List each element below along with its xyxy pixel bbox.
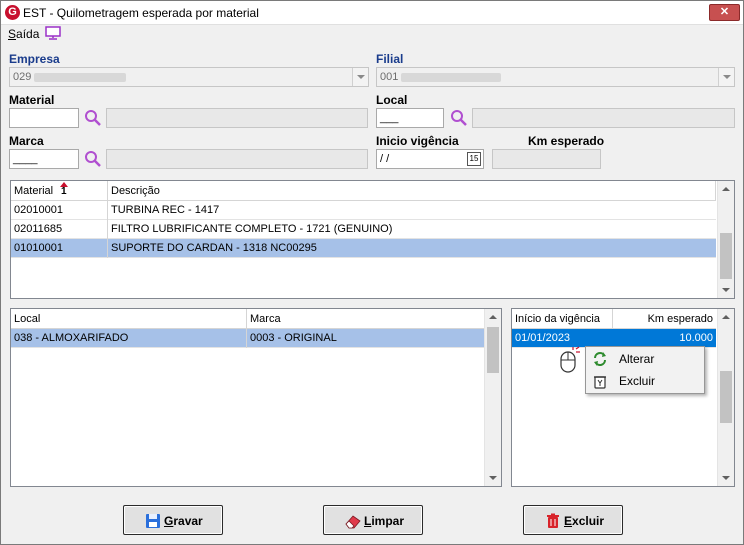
km-esperado-input[interactable] xyxy=(492,149,601,169)
scroll-thumb[interactable] xyxy=(487,327,499,373)
menu-bar: Saída xyxy=(1,25,743,43)
app-logo-icon: G xyxy=(5,5,20,20)
km-esperado-label: Km esperado xyxy=(528,134,605,148)
inicio-vigencia-date-input[interactable]: / / 15 xyxy=(376,149,484,169)
scroll-down-icon[interactable] xyxy=(718,469,734,486)
monitor-icon[interactable] xyxy=(45,26,61,40)
inicio-vigencia-label: Inicio vigência xyxy=(376,134,459,148)
context-menu-label: Alterar xyxy=(619,352,655,366)
chevron-down-icon[interactable] xyxy=(352,68,368,86)
cell-marca: 0003 - ORIGINAL xyxy=(250,332,337,344)
empresa-combo[interactable]: 029 xyxy=(9,67,369,87)
context-menu: Alterar Excluir xyxy=(585,346,705,394)
cell-material: 02010001 xyxy=(11,201,108,220)
scroll-thumb[interactable] xyxy=(720,233,732,279)
limpar-button-label: Limpar xyxy=(364,514,405,528)
table-row-selected[interactable]: 01010001 SUPORTE DO CARDAN - 1318 NC0029… xyxy=(11,239,716,258)
chevron-down-icon[interactable] xyxy=(718,68,734,86)
trash-icon xyxy=(547,513,559,528)
material-description-field xyxy=(106,108,368,128)
local-search-icon[interactable] xyxy=(450,109,468,127)
redacted-text xyxy=(401,72,502,82)
marca-description-field xyxy=(106,149,368,169)
table-row[interactable]: 02010001 TURBINA REC - 1417 xyxy=(11,201,716,220)
scroll-up-icon[interactable] xyxy=(718,309,734,326)
local-marca-grid: Local Marca 038 - ALMOXARIFADO 0003 - OR… xyxy=(10,308,502,487)
marca-search-icon[interactable] xyxy=(84,150,102,168)
close-button[interactable]: ✕ xyxy=(709,4,740,21)
local-label: Local xyxy=(376,93,408,107)
column-header-material[interactable]: Material 1 xyxy=(11,181,108,201)
local-description-field xyxy=(472,108,735,128)
vigencia-grid-scrollbar[interactable] xyxy=(717,309,734,486)
marca-label: Marca xyxy=(9,134,44,148)
table-row-selected[interactable]: 038 - ALMOXARIFADO 0003 - ORIGINAL xyxy=(11,329,484,348)
material-search-icon[interactable] xyxy=(84,109,102,127)
cell-material: 02011685 xyxy=(11,220,108,239)
materials-grid-scrollbar[interactable] xyxy=(717,181,734,298)
filial-label: Filial xyxy=(376,52,404,66)
vigencia-grid-header: Início da vigência Km esperado xyxy=(512,309,716,329)
scroll-thumb[interactable] xyxy=(720,371,732,423)
redacted-text xyxy=(34,72,127,82)
cell-descricao: TURBINA REC - 1417 xyxy=(111,204,220,216)
menu-saida[interactable]: Saída xyxy=(8,27,39,41)
gravar-button-label: Gravar xyxy=(164,514,203,528)
column-header-descricao[interactable]: Descrição xyxy=(108,181,716,201)
column-header-inicio-vigencia[interactable]: Início da vigência xyxy=(512,309,613,329)
cell-material: 01010001 xyxy=(11,239,108,258)
limpar-button[interactable]: Limpar xyxy=(323,505,423,535)
calendar-icon[interactable]: 15 xyxy=(467,152,481,166)
context-menu-item-excluir[interactable]: Excluir xyxy=(586,370,704,392)
title-bar[interactable]: G EST - Quilometragem esperada por mater… xyxy=(1,1,743,25)
local-input[interactable]: ___ xyxy=(376,108,444,128)
main-window: G EST - Quilometragem esperada por mater… xyxy=(0,0,744,545)
column-header-km-esperado[interactable]: Km esperado xyxy=(613,309,716,329)
column-header-marca[interactable]: Marca xyxy=(247,309,484,329)
window-title: EST - Quilometragem esperada por materia… xyxy=(23,6,259,20)
empresa-label: Empresa xyxy=(9,52,60,66)
materials-grid: Material 1 Descrição 02010001 TURBINA RE… xyxy=(10,180,735,299)
filial-combo[interactable]: 001 xyxy=(376,67,735,87)
eraser-icon xyxy=(345,515,361,529)
table-row[interactable]: 02011685 FILTRO LUBRIFICANTE COMPLETO - … xyxy=(11,220,716,239)
scroll-down-icon[interactable] xyxy=(485,469,501,486)
column-header-local[interactable]: Local xyxy=(11,309,247,329)
excluir-button-label: Excluir xyxy=(564,514,605,528)
local-marca-grid-scrollbar[interactable] xyxy=(484,309,501,486)
materials-grid-header: Material 1 Descrição xyxy=(11,181,716,201)
recycle-bin-icon xyxy=(594,376,606,389)
cell-descricao: SUPORTE DO CARDAN - 1318 NC00295 xyxy=(111,242,317,254)
vigencia-grid: Início da vigência Km esperado 01/01/202… xyxy=(511,308,735,487)
scroll-up-icon[interactable] xyxy=(718,181,734,198)
material-input[interactable] xyxy=(9,108,79,128)
excluir-button[interactable]: Excluir xyxy=(523,505,623,535)
mouse-click-icon xyxy=(560,346,580,373)
cell-descricao: FILTRO LUBRIFICANTE COMPLETO - 1721 (GEN… xyxy=(111,223,393,235)
marca-input[interactable]: ____ xyxy=(9,149,79,169)
floppy-disk-icon xyxy=(146,514,160,528)
gravar-button[interactable]: Gravar xyxy=(123,505,223,535)
cell-local: 038 - ALMOXARIFADO xyxy=(11,329,247,348)
scroll-up-icon[interactable] xyxy=(485,309,501,326)
context-menu-label: Excluir xyxy=(619,374,656,388)
sort-order-number: 1 xyxy=(61,186,67,197)
material-label: Material xyxy=(9,93,55,107)
scroll-down-icon[interactable] xyxy=(718,281,734,298)
local-marca-grid-header: Local Marca xyxy=(11,309,484,329)
refresh-icon xyxy=(594,352,606,366)
context-menu-item-alterar[interactable]: Alterar xyxy=(586,348,704,370)
